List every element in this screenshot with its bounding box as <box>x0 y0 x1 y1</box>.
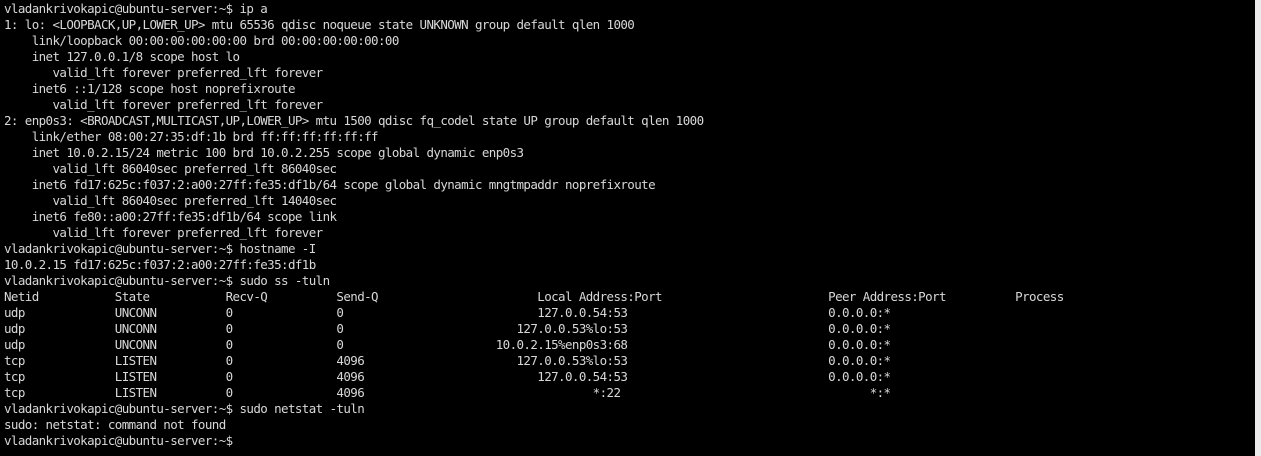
terminal-output[interactable]: vladankrivokapic@ubuntu-server:~$ ip a 1… <box>4 1 1254 453</box>
text-cursor <box>239 433 246 447</box>
prompt-text: vladankrivokapic@ubuntu-server:~$ <box>4 433 240 448</box>
ss-table-row: tcp LISTEN 0 4096 127.0.0.53%lo:53 0.0.0… <box>4 353 891 368</box>
ss-table-row: udp UNCONN 0 0 127.0.0.53%lo:53 0.0.0.0:… <box>4 321 891 336</box>
terminal-line: inet 10.0.2.15/24 metric 100 brd 10.0.2.… <box>4 145 524 160</box>
terminal-current-prompt[interactable]: vladankrivokapic@ubuntu-server:~$ <box>4 433 1254 449</box>
ss-table-header: Netid State Recv-Q Send-Q Local Address:… <box>4 289 1064 304</box>
terminal-line: inet 127.0.0.1/8 scope host lo <box>4 49 240 64</box>
terminal-window[interactable]: vladankrivokapic@ubuntu-server:~$ ip a 1… <box>0 0 1261 456</box>
terminal-line-prompt-hostname: vladankrivokapic@ubuntu-server:~$ hostna… <box>4 241 316 256</box>
terminal-line: link/loopback 00:00:00:00:00:00 brd 00:0… <box>4 33 400 48</box>
terminal-line-hostname-output: 10.0.2.15 fd17:625c:f037:2:a00:27ff:fe35… <box>4 257 316 272</box>
terminal-line: inet6 fd17:625c:f037:2:a00:27ff:fe35:df1… <box>4 177 656 192</box>
terminal-line: valid_lft 86040sec preferred_lft 86040se… <box>4 161 337 176</box>
ss-table-row: udp UNCONN 0 0 10.0.2.15%enp0s3:68 0.0.0… <box>4 337 891 352</box>
scrollbar[interactable] <box>1255 0 1261 456</box>
terminal-line: inet6 fe80::a00:27ff:fe35:df1b/64 scope … <box>4 209 337 224</box>
terminal-line: valid_lft forever preferred_lft forever <box>4 65 323 80</box>
terminal-line-lo-header: 1: lo: <LOOPBACK,UP,LOWER_UP> mtu 65536 … <box>4 17 635 32</box>
terminal-line: valid_lft forever preferred_lft forever <box>4 97 323 112</box>
terminal-line-enp0s3-header: 2: enp0s3: <BROADCAST,MULTICAST,UP,LOWER… <box>4 113 704 128</box>
terminal-line-error: sudo: netstat: command not found <box>4 417 226 432</box>
terminal-line: inet6 ::1/128 scope host noprefixroute <box>4 81 296 96</box>
terminal-line: link/ether 08:00:27:35:df:1b brd ff:ff:f… <box>4 129 379 144</box>
ss-table-row: tcp LISTEN 0 4096 *:22 *:* <box>4 385 891 400</box>
terminal-line: valid_lft 86040sec preferred_lft 14040se… <box>4 193 337 208</box>
ss-table-row: udp UNCONN 0 0 127.0.0.54:53 0.0.0.0:* <box>4 305 891 320</box>
terminal-line: valid_lft forever preferred_lft forever <box>4 225 323 240</box>
terminal-line-prompt-netstat: vladankrivokapic@ubuntu-server:~$ sudo n… <box>4 401 365 416</box>
ss-table-row: tcp LISTEN 0 4096 127.0.0.54:53 0.0.0.0:… <box>4 369 891 384</box>
terminal-line-prompt-ss: vladankrivokapic@ubuntu-server:~$ sudo s… <box>4 273 330 288</box>
terminal-line-prompt-ip-a: vladankrivokapic@ubuntu-server:~$ ip a <box>4 1 268 16</box>
